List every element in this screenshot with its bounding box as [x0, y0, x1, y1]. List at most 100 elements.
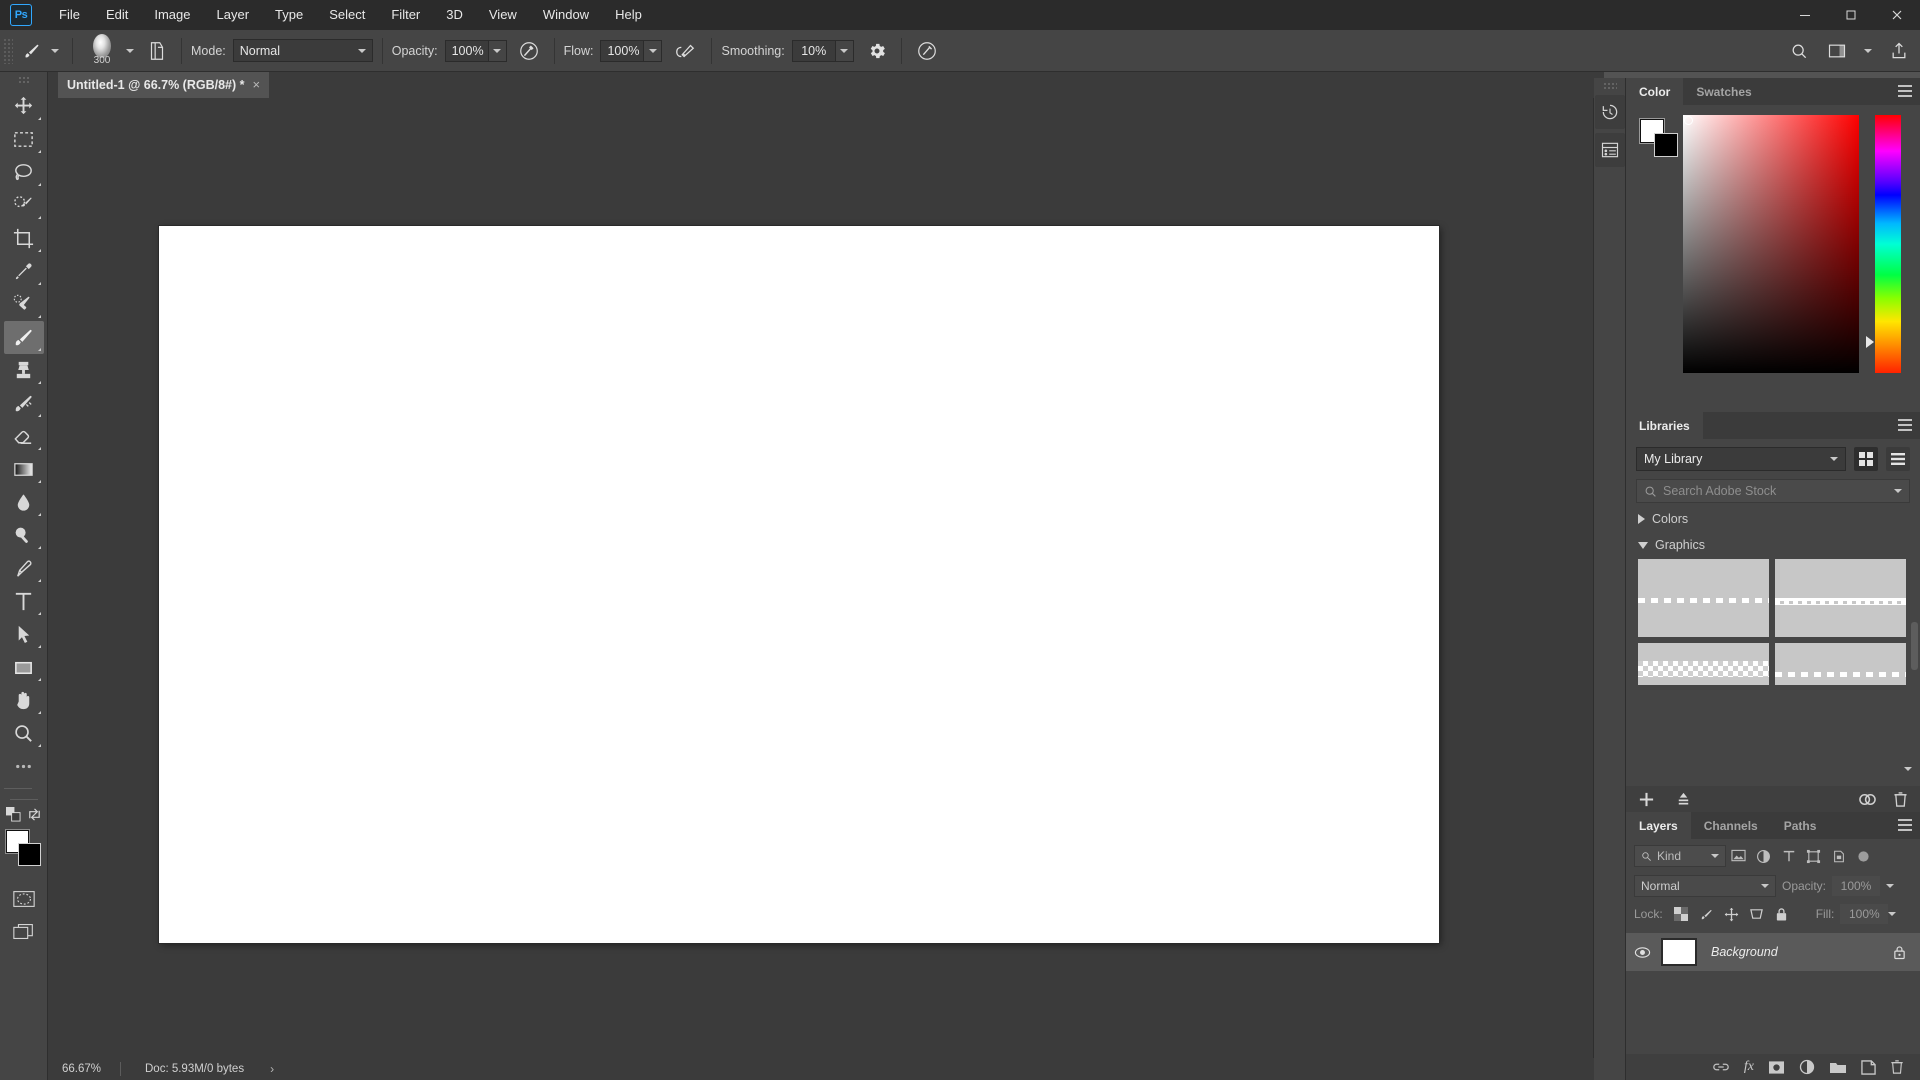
search-icon[interactable] — [1786, 38, 1812, 64]
maximize-button[interactable] — [1828, 0, 1874, 30]
menu-image[interactable]: Image — [141, 0, 203, 30]
document-tab[interactable]: Untitled-1 @ 66.7% (RGB/8#) * × — [58, 72, 269, 98]
menu-type[interactable]: Type — [262, 0, 316, 30]
chevron-down-icon[interactable] — [1862, 38, 1874, 64]
color-panel-swatches[interactable] — [1640, 119, 1680, 159]
close-icon[interactable]: × — [253, 80, 261, 90]
adjustment-filter-icon[interactable] — [1751, 845, 1776, 867]
section-colors[interactable]: Colors — [1626, 503, 1920, 529]
brush-preset-picker-chevron-icon[interactable] — [122, 36, 138, 66]
menu-help[interactable]: Help — [602, 0, 655, 30]
new-group-icon[interactable] — [1829, 1060, 1847, 1074]
quick-selection-tool[interactable] — [4, 189, 44, 222]
workspace-icon[interactable] — [1824, 38, 1850, 64]
default-colors-icon[interactable] — [6, 807, 21, 822]
graphic-asset-thumbnail[interactable] — [1775, 559, 1906, 637]
layer-fill-value[interactable]: 100% — [1840, 904, 1888, 924]
flow-value[interactable]: 100% — [600, 40, 644, 62]
add-mask-icon[interactable] — [1768, 1060, 1785, 1075]
background-color-swatch[interactable] — [1654, 133, 1678, 157]
pen-tool[interactable] — [4, 552, 44, 585]
layer-name[interactable]: Background — [1711, 945, 1893, 959]
properties-icon[interactable] — [1595, 133, 1625, 167]
brush-tool[interactable] — [4, 321, 44, 354]
search-adobe-stock-field[interactable]: Search Adobe Stock — [1636, 479, 1910, 503]
trash-icon[interactable] — [1893, 791, 1908, 808]
smart-object-filter-icon[interactable] — [1826, 845, 1851, 867]
link-layers-icon[interactable] — [1712, 1060, 1730, 1074]
crop-tool[interactable] — [4, 222, 44, 255]
canvas-document[interactable] — [159, 226, 1439, 943]
menu-select[interactable]: Select — [316, 0, 378, 30]
path-selection-tool[interactable] — [4, 618, 44, 651]
type-tool[interactable] — [4, 585, 44, 618]
tab-color[interactable]: Color — [1626, 78, 1683, 105]
dodge-tool[interactable] — [4, 519, 44, 552]
grid-view-icon[interactable] — [1854, 447, 1878, 471]
layer-blend-mode-select[interactable]: Normal — [1634, 875, 1776, 897]
share-icon[interactable] — [1886, 38, 1912, 64]
tab-swatches[interactable]: Swatches — [1683, 78, 1764, 105]
panel-menu-icon[interactable] — [1898, 419, 1912, 431]
quick-mask-icon[interactable] — [4, 882, 44, 915]
layer-opacity-value[interactable]: 100% — [1832, 876, 1880, 896]
color-swatches[interactable] — [4, 830, 44, 870]
lock-transparent-pixels-icon[interactable] — [1669, 904, 1694, 924]
layer-fx-icon[interactable]: fx — [1744, 1059, 1754, 1075]
flow-chevron-icon[interactable] — [644, 40, 662, 62]
menu-file[interactable]: File — [46, 0, 93, 30]
clone-stamp-tool[interactable] — [4, 354, 44, 387]
zoom-level[interactable]: 66.67% — [48, 1063, 120, 1075]
opacity-chevron-icon[interactable] — [489, 40, 507, 62]
graphic-asset-thumbnail[interactable] — [1775, 643, 1906, 685]
minimize-button[interactable] — [1782, 0, 1828, 30]
history-icon[interactable] — [1595, 95, 1625, 129]
layer-thumbnail[interactable] — [1661, 938, 1697, 966]
menu-window[interactable]: Window — [530, 0, 602, 30]
lock-all-icon[interactable] — [1769, 904, 1794, 924]
gear-icon[interactable] — [862, 36, 892, 66]
panel-menu-icon[interactable] — [1898, 85, 1912, 97]
screen-mode-icon[interactable] — [4, 915, 44, 948]
canvas-area[interactable] — [48, 98, 1594, 1058]
fill-chevron-icon[interactable] — [1888, 912, 1896, 916]
close-button[interactable] — [1874, 0, 1920, 30]
graphic-asset-thumbnail[interactable] — [1638, 559, 1769, 637]
brush-tool-icon[interactable] — [17, 36, 47, 66]
background-color-swatch[interactable] — [18, 843, 41, 866]
chevron-down-icon[interactable] — [1894, 489, 1902, 493]
tab-layers[interactable]: Layers — [1626, 812, 1691, 839]
delete-layer-icon[interactable] — [1890, 1059, 1904, 1075]
menu-filter[interactable]: Filter — [378, 0, 433, 30]
menu-view[interactable]: View — [476, 0, 530, 30]
pressure-opacity-icon[interactable] — [513, 36, 545, 66]
creative-cloud-icon[interactable] — [1858, 791, 1877, 808]
chevron-down-icon[interactable] — [1904, 758, 1912, 776]
rectangular-marquee-tool[interactable] — [4, 123, 44, 156]
zoom-tool[interactable] — [4, 717, 44, 750]
eyedropper-tool[interactable] — [4, 255, 44, 288]
menu-3d[interactable]: 3D — [433, 0, 476, 30]
options-bar-grip[interactable] — [3, 38, 13, 64]
symmetry-icon[interactable] — [911, 36, 943, 66]
brush-size-preview[interactable]: 300 — [82, 34, 122, 68]
tools-panel-grip[interactable] — [18, 76, 30, 84]
status-expand-icon[interactable]: › — [270, 1062, 274, 1076]
smoothing-chevron-icon[interactable] — [836, 40, 854, 62]
adjustment-layer-icon[interactable] — [1799, 1059, 1815, 1075]
rail-grip[interactable] — [1603, 82, 1617, 89]
swap-colors-icon[interactable] — [27, 807, 42, 822]
table-row[interactable]: Background — [1626, 933, 1920, 971]
tab-paths[interactable]: Paths — [1771, 812, 1830, 839]
lock-position-icon[interactable] — [1719, 904, 1744, 924]
upload-icon[interactable] — [1675, 791, 1692, 808]
pixel-filter-icon[interactable] — [1726, 845, 1751, 867]
eraser-tool[interactable] — [4, 420, 44, 453]
brush-panel-icon[interactable] — [142, 36, 172, 66]
smoothing-control[interactable]: 10% — [792, 40, 854, 62]
flow-control[interactable]: 100% — [600, 40, 662, 62]
list-view-icon[interactable] — [1886, 447, 1910, 471]
layer-filter-kind-select[interactable]: Kind — [1634, 845, 1726, 867]
tab-channels[interactable]: Channels — [1691, 812, 1771, 839]
lock-all-icon[interactable] — [1893, 945, 1906, 960]
